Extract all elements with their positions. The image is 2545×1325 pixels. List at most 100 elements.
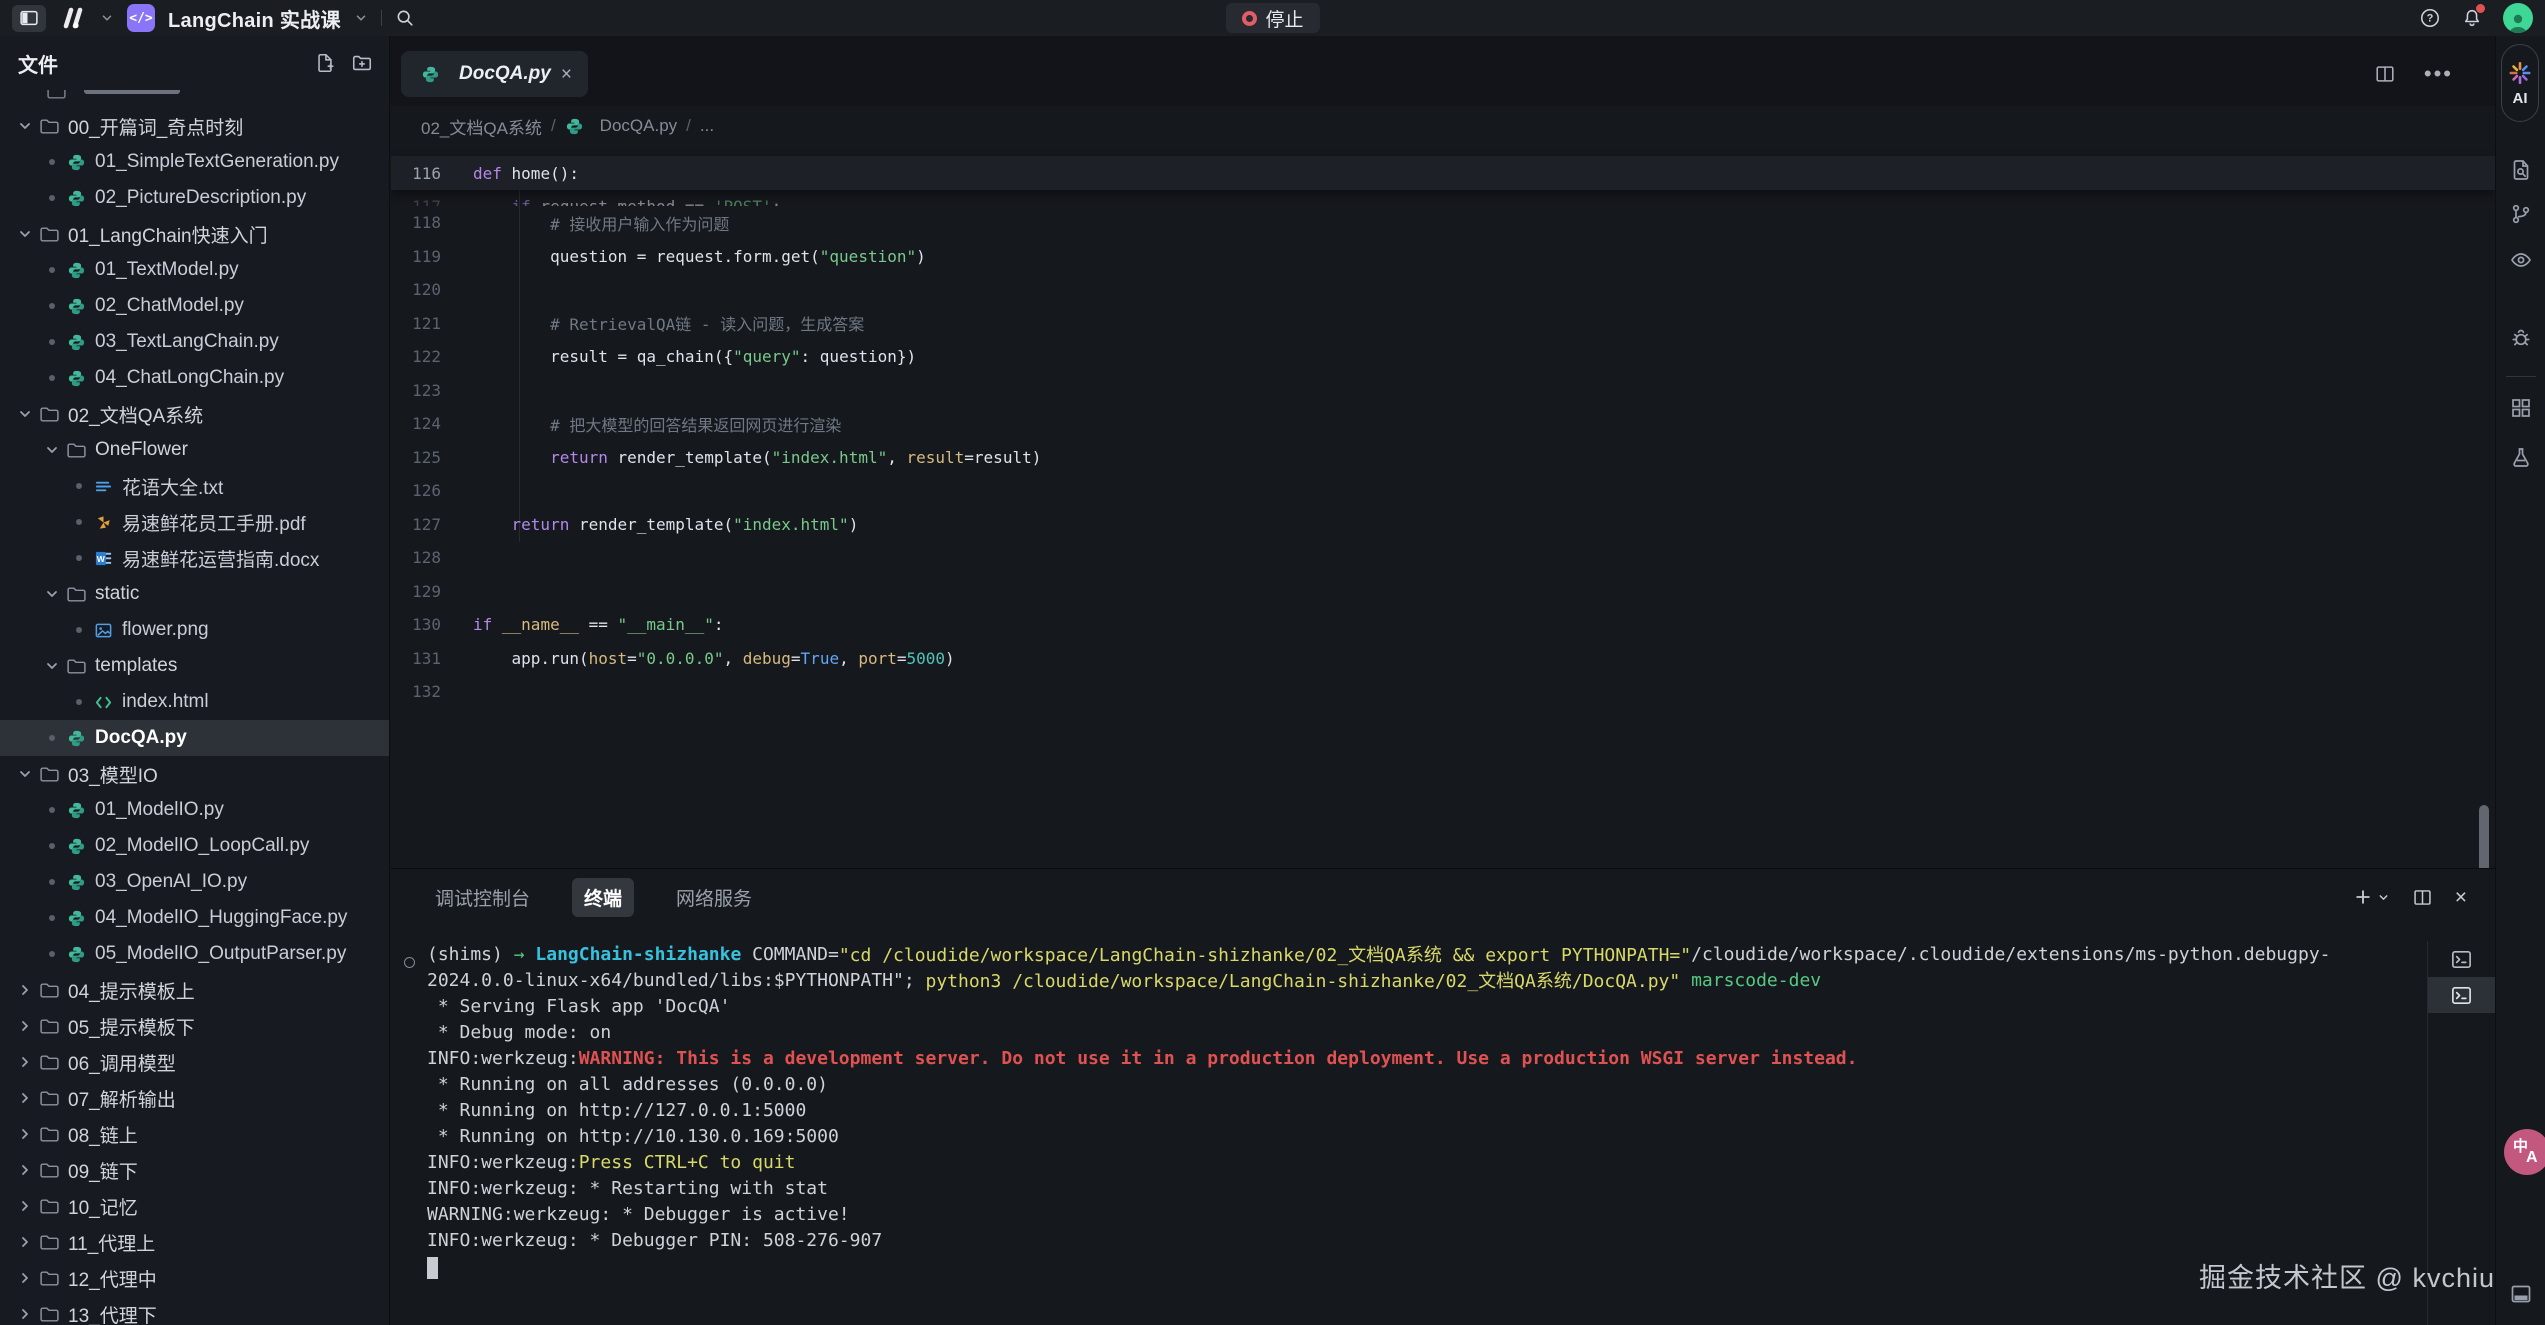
avatar[interactable]	[2503, 3, 2533, 33]
code-line-125[interactable]: 125 return render_template("index.html",…	[391, 441, 2495, 475]
tree-file-04_ChatLongChain.py[interactable]: 04_ChatLongChain.py	[0, 360, 389, 396]
tree-folder-01_LangChain快速入门[interactable]: 01_LangChain快速入门	[0, 216, 389, 252]
tree-folder-templates[interactable]: templates	[0, 648, 389, 684]
new-folder-icon[interactable]	[351, 52, 373, 74]
tree-item-label: 13_代理下	[68, 1301, 157, 1325]
flask-experiment-icon[interactable]	[2509, 446, 2533, 470]
code-line-120[interactable]: 120	[391, 273, 2495, 307]
new-file-icon[interactable]	[314, 52, 336, 74]
code-line-123[interactable]: 123	[391, 374, 2495, 408]
breadcrumb-symbol[interactable]: ...	[700, 116, 714, 136]
git-branch-icon[interactable]	[2509, 202, 2533, 226]
notifications-bell-icon[interactable]	[2461, 7, 2483, 29]
tree-folder-09_链下[interactable]: 09_链下	[0, 1152, 389, 1188]
tree-file-DocQA.py[interactable]: DocQA.py	[0, 720, 389, 756]
editor-scrollbar[interactable]	[2479, 805, 2489, 868]
marscode-logo-icon[interactable]	[59, 6, 87, 30]
breadcrumb-file[interactable]: DocQA.py	[600, 116, 677, 136]
tree-item-label: 11_代理上	[68, 1229, 155, 1256]
tree-folder-08_链上[interactable]: 08_链上	[0, 1116, 389, 1152]
tree-file-01_TextModel.py[interactable]: 01_TextModel.py	[0, 252, 389, 288]
chevron-right-icon	[17, 1306, 33, 1322]
tree-row-partial[interactable]	[0, 90, 389, 108]
toggle-panel-icon[interactable]	[2509, 1282, 2533, 1306]
tree-file-index.html[interactable]: index.html	[0, 684, 389, 720]
tree-file-02_PictureDescription.py[interactable]: 02_PictureDescription.py	[0, 180, 389, 216]
preview-eye-icon[interactable]	[2509, 248, 2533, 272]
top-bar: </> LangChain 实战课 停止 ?	[0, 0, 2545, 36]
extensions-grid-icon[interactable]	[2509, 396, 2533, 420]
tree-file-03_OpenAI_IO.py[interactable]: 03_OpenAI_IO.py	[0, 864, 389, 900]
code-line-129[interactable]: 129	[391, 575, 2495, 609]
tree-folder-03_模型IO[interactable]: 03_模型IO	[0, 756, 389, 792]
project-name[interactable]: LangChain 实战课	[168, 4, 341, 33]
line-number: 121	[391, 314, 463, 333]
terminal-output[interactable]: (shims) → LangChain-shizhanke COMMAND="c…	[391, 941, 2427, 1325]
code-line-131[interactable]: 131 app.run(host="0.0.0.0", debug=True, …	[391, 642, 2495, 676]
terminal-line-2: 2024.0.0-linux-x64/bundled/libs:$PYTHONP…	[391, 967, 2427, 993]
code-line-126[interactable]: 126	[391, 474, 2495, 508]
close-panel-icon[interactable]: ×	[2455, 887, 2467, 908]
tree-folder-02_文档QA系统[interactable]: 02_文档QA系统	[0, 396, 389, 432]
code-line-121[interactable]: 121 # RetrievalQA链 - 读入问题，生成答案	[391, 307, 2495, 341]
tree-file-03_TextLangChain.py[interactable]: 03_TextLangChain.py	[0, 324, 389, 360]
help-icon[interactable]: ?	[2419, 7, 2441, 29]
file-dot	[49, 375, 55, 381]
document-search-icon[interactable]	[2509, 158, 2533, 182]
search-icon[interactable]	[395, 8, 415, 28]
logo-chevron-down-icon[interactable]	[100, 11, 114, 25]
ai-assistant-button[interactable]: AI	[2501, 44, 2539, 122]
code-line-119[interactable]: 119 question = request.form.get("questio…	[391, 240, 2495, 274]
tree-folder-00_开篇词_奇点时刻[interactable]: 00_开篇词_奇点时刻	[0, 108, 389, 144]
new-terminal-button[interactable]	[2353, 887, 2390, 907]
tab-close-icon[interactable]: ×	[561, 65, 572, 84]
code-line-132[interactable]: 132	[391, 675, 2495, 709]
code-line-124[interactable]: 124 # 把大模型的回答结果返回网页进行渲染	[391, 407, 2495, 441]
tree-file-易速鲜花运营指南.docx[interactable]: W易速鲜花运营指南.docx	[0, 540, 389, 576]
code-line-128[interactable]: 128	[391, 541, 2495, 575]
tab-terminal[interactable]: 终端	[572, 878, 634, 917]
debug-bug-icon[interactable]	[2509, 326, 2533, 350]
stop-button[interactable]: 停止	[1225, 3, 1319, 33]
breadcrumb-folder[interactable]: 02_文档QA系统	[421, 114, 542, 139]
html-icon	[90, 693, 116, 712]
tree-folder-10_记忆[interactable]: 10_记忆	[0, 1188, 389, 1224]
code-line-118[interactable]: 118 # 接收用户输入作为问题	[391, 206, 2495, 240]
tree-file-05_ModelIO_OutputParser.py[interactable]: 05_ModelIO_OutputParser.py	[0, 936, 389, 972]
code-lines: 118 # 接收用户输入作为问题119 question = request.f…	[391, 206, 2495, 709]
line-number: 118	[391, 213, 463, 232]
code-line-127[interactable]: 127 return render_template("index.html")	[391, 508, 2495, 542]
tree-file-易速鲜花员工手册.pdf[interactable]: 易速鲜花员工手册.pdf	[0, 504, 389, 540]
tree-item-label: 12_代理中	[68, 1265, 157, 1292]
tree-folder-13_代理下[interactable]: 13_代理下	[0, 1296, 389, 1325]
tree-file-花语大全.txt[interactable]: 花语大全.txt	[0, 468, 389, 504]
tree-file-flower.png[interactable]: flower.png	[0, 612, 389, 648]
terminal-instance-1[interactable]	[2428, 941, 2495, 977]
tree-file-01_ModelIO.py[interactable]: 01_ModelIO.py	[0, 792, 389, 828]
tree-file-01_SimpleTextGeneration.py[interactable]: 01_SimpleTextGeneration.py	[0, 144, 389, 180]
tree-file-04_ModelIO_HuggingFace.py[interactable]: 04_ModelIO_HuggingFace.py	[0, 900, 389, 936]
translate-badge[interactable]: 中 A	[2504, 1129, 2545, 1175]
tree-folder-07_解析输出[interactable]: 07_解析输出	[0, 1080, 389, 1116]
terminal-instance-2[interactable]	[2428, 977, 2495, 1013]
tab-debug-console[interactable]: 调试控制台	[423, 878, 542, 917]
tree-folder-static[interactable]: static	[0, 576, 389, 612]
split-editor-icon[interactable]	[2374, 63, 2396, 85]
tree-file-02_ModelIO_LoopCall.py[interactable]: 02_ModelIO_LoopCall.py	[0, 828, 389, 864]
tab-network-service[interactable]: 网络服务	[664, 878, 764, 917]
tree-folder-OneFlower[interactable]: OneFlower	[0, 432, 389, 468]
tree-folder-11_代理上[interactable]: 11_代理上	[0, 1224, 389, 1260]
tree-folder-05_提示模板下[interactable]: 05_提示模板下	[0, 1008, 389, 1044]
code-line-130[interactable]: 130if __name__ == "__main__":	[391, 608, 2495, 642]
code-editor[interactable]: 116def home(): 117 if request.method == …	[391, 146, 2495, 868]
tree-folder-04_提示模板上[interactable]: 04_提示模板上	[0, 972, 389, 1008]
sidebar-toggle-button[interactable]	[12, 5, 46, 32]
split-terminal-icon[interactable]	[2412, 887, 2433, 908]
tree-file-02_ChatModel.py[interactable]: 02_ChatModel.py	[0, 288, 389, 324]
tree-folder-06_调用模型[interactable]: 06_调用模型	[0, 1044, 389, 1080]
editor-tab-docqa[interactable]: DocQA.py ×	[401, 51, 588, 97]
project-chevron-down-icon[interactable]	[354, 11, 368, 25]
more-actions-icon[interactable]: •••	[2424, 61, 2453, 87]
tree-folder-12_代理中[interactable]: 12_代理中	[0, 1260, 389, 1296]
code-line-122[interactable]: 122 result = qa_chain({"query": question…	[391, 340, 2495, 374]
